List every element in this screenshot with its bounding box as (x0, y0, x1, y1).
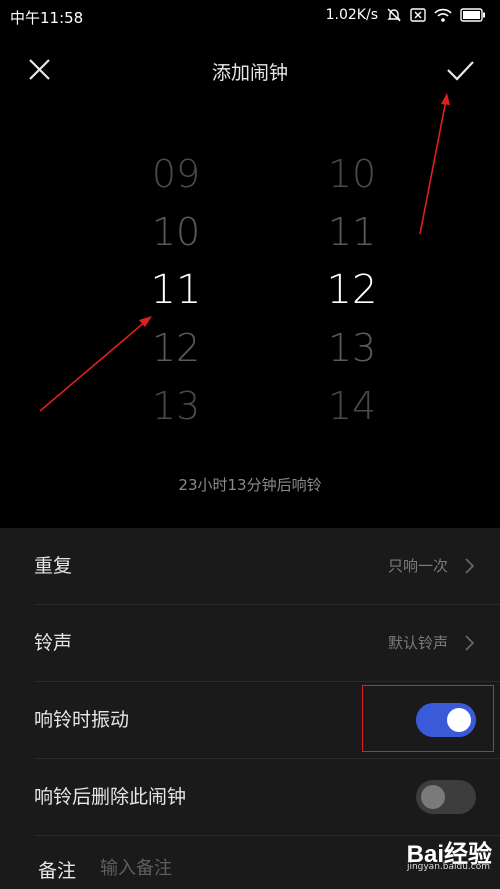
check-icon (447, 61, 474, 81)
minute-option[interactable]: 10 (282, 145, 422, 203)
hour-selected[interactable]: 11 (106, 261, 246, 319)
ringtone-row[interactable]: 铃声 默认铃声 (0, 605, 500, 681)
ringtone-label: 铃声 (34, 632, 73, 654)
chevron-right-icon (465, 558, 475, 574)
delete-after-toggle[interactable] (416, 780, 476, 814)
minute-option[interactable]: 13 (282, 319, 422, 377)
minute-option[interactable]: 14 (282, 377, 422, 435)
repeat-row[interactable]: 重复 只响一次 (0, 528, 500, 604)
status-bar: 中午11:58 1.02K/s (0, 0, 500, 34)
note-input[interactable] (98, 852, 362, 884)
hour-option[interactable]: 09 (106, 145, 246, 203)
status-time: 中午11:58 (10, 9, 84, 27)
page-title: 添加闹钟 (211, 62, 288, 84)
sim-off-icon (410, 8, 426, 22)
minute-option[interactable]: 11 (282, 203, 422, 261)
minute-selected[interactable]: 12 (282, 261, 422, 319)
chevron-right-icon (465, 635, 475, 651)
title-bar: 添加闹钟 (0, 44, 500, 96)
hour-option[interactable]: 10 (106, 203, 246, 261)
repeat-label: 重复 (34, 555, 73, 577)
ringtone-value: 默认铃声 (387, 634, 448, 652)
note-label: 备注 (38, 860, 77, 882)
hour-option[interactable]: 12 (106, 319, 246, 377)
network-speed: 1.02K/s (325, 7, 378, 23)
vibrate-label: 响铃时振动 (34, 709, 130, 731)
minute-picker[interactable]: 10 11 12 13 14 (282, 145, 422, 435)
annotation-highlight-box (362, 685, 494, 752)
ring-countdown: 23小时13分钟后响铃 (178, 476, 322, 494)
hour-option[interactable]: 13 (106, 377, 246, 435)
repeat-value: 只响一次 (387, 557, 448, 575)
arrow-to-confirm (419, 93, 450, 235)
mute-bell-icon (387, 8, 401, 22)
wifi-icon (434, 8, 452, 22)
hour-picker[interactable]: 09 10 11 12 13 (106, 145, 246, 435)
toggle-knob (421, 785, 445, 809)
watermark-url: jingyan.baidu.com (406, 862, 490, 872)
delete-after-row: 响铃后删除此闹钟 (0, 759, 500, 835)
status-icons: 1.02K/s (326, 7, 486, 23)
delete-after-label: 响铃后删除此闹钟 (34, 786, 187, 808)
battery-icon (460, 8, 485, 22)
confirm-button[interactable] (440, 54, 480, 88)
